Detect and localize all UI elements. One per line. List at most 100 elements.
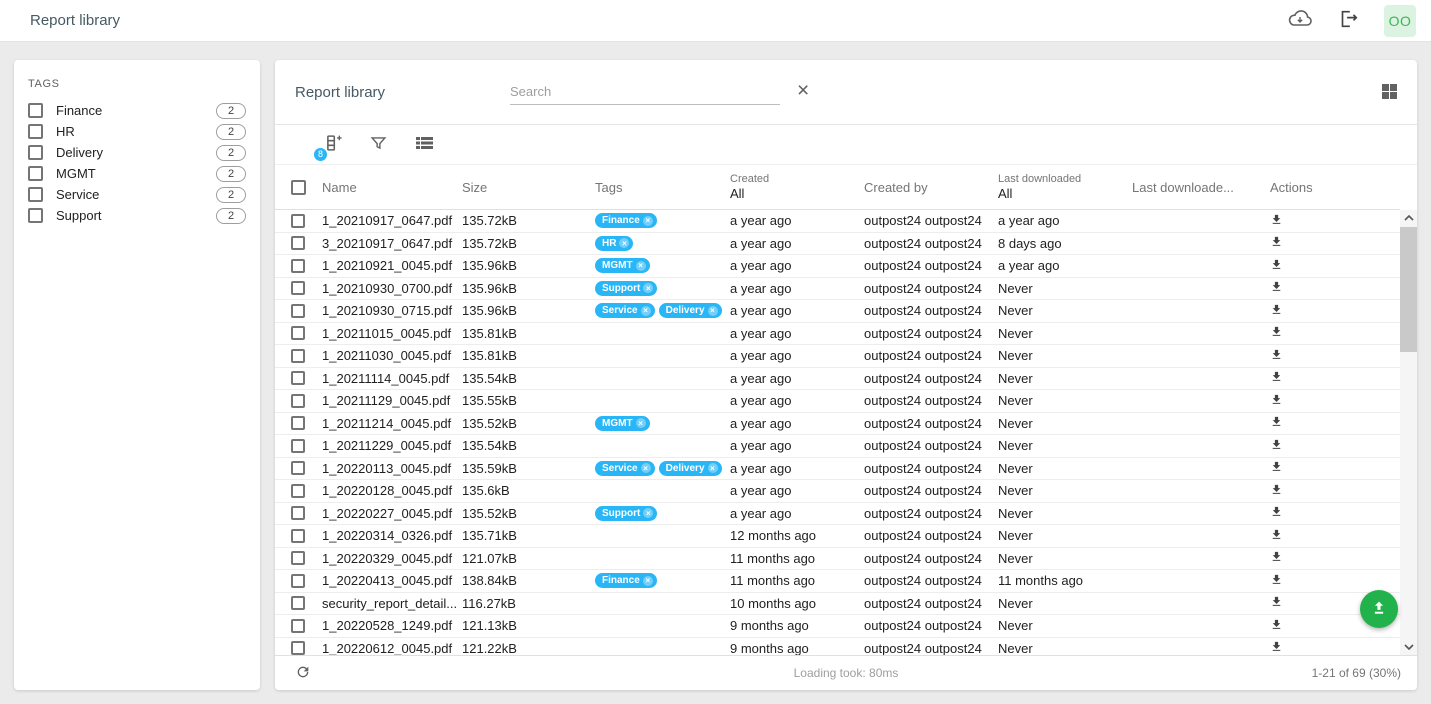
row-checkbox[interactable] xyxy=(291,641,305,655)
table-row[interactable]: 1_20220113_0045.pdf 135.59kB Service×Del… xyxy=(275,458,1400,481)
download-button[interactable] xyxy=(1270,258,1390,274)
row-checkbox[interactable] xyxy=(291,214,305,228)
download-button[interactable] xyxy=(1270,303,1390,319)
row-checkbox[interactable] xyxy=(291,281,305,295)
tag-filter-item[interactable]: Finance 2 xyxy=(28,100,246,121)
layout-toggle-button[interactable] xyxy=(1382,84,1397,99)
table-row[interactable]: 1_20210921_0045.pdf 135.96kB MGMT× a yea… xyxy=(275,255,1400,278)
tag-pill[interactable]: Service× xyxy=(595,303,655,318)
download-button[interactable] xyxy=(1270,280,1390,296)
row-checkbox[interactable] xyxy=(291,574,305,588)
tag-filter-item[interactable]: HR 2 xyxy=(28,121,246,142)
tag-pill[interactable]: Support× xyxy=(595,506,657,521)
download-button[interactable] xyxy=(1270,438,1390,454)
search-input[interactable] xyxy=(510,80,780,105)
tag-pill[interactable]: Service× xyxy=(595,461,655,476)
row-checkbox[interactable] xyxy=(291,619,305,633)
tag-pill[interactable]: Delivery× xyxy=(659,303,722,318)
table-row[interactable]: 1_20220612_0045.pdf 121.22kB 9 months ag… xyxy=(275,638,1400,656)
row-checkbox[interactable] xyxy=(291,484,305,498)
tag-filter-item[interactable]: Service 2 xyxy=(28,184,246,205)
tag-checkbox[interactable] xyxy=(28,208,43,223)
row-checkbox[interactable] xyxy=(291,236,305,250)
tag-pill[interactable]: MGMT× xyxy=(595,416,650,431)
tag-checkbox[interactable] xyxy=(28,187,43,202)
scrollbar-thumb[interactable] xyxy=(1400,227,1417,352)
download-button[interactable] xyxy=(1270,460,1390,476)
column-header-size[interactable]: Size xyxy=(462,180,595,195)
table-row[interactable]: 3_20210917_0647.pdf 135.72kB HR× a year … xyxy=(275,233,1400,256)
table-row[interactable]: 1_20220128_0045.pdf 135.6kB a year ago o… xyxy=(275,480,1400,503)
remove-tag-icon[interactable]: × xyxy=(643,508,653,518)
table-row[interactable]: 1_20211015_0045.pdf 135.81kB a year ago … xyxy=(275,323,1400,346)
table-row[interactable]: 1_20211129_0045.pdf 135.55kB a year ago … xyxy=(275,390,1400,413)
table-row[interactable]: 1_20210917_0647.pdf 135.72kB Finance× a … xyxy=(275,210,1400,233)
table-row[interactable]: 1_20210930_0700.pdf 135.96kB Support× a … xyxy=(275,278,1400,301)
row-checkbox[interactable] xyxy=(291,304,305,318)
remove-tag-icon[interactable]: × xyxy=(708,463,718,473)
table-row[interactable]: 1_20211114_0045.pdf 135.54kB a year ago … xyxy=(275,368,1400,391)
download-button[interactable] xyxy=(1270,573,1390,589)
tag-filter-item[interactable]: MGMT 2 xyxy=(28,163,246,184)
column-header-last-downloaded[interactable]: Last downloaded All xyxy=(998,173,1132,201)
logout-button[interactable] xyxy=(1336,9,1360,33)
tag-pill[interactable]: HR× xyxy=(595,236,633,251)
remove-tag-icon[interactable]: × xyxy=(643,576,653,586)
tag-checkbox[interactable] xyxy=(28,166,43,181)
tag-pill[interactable]: Finance× xyxy=(595,573,657,588)
table-row[interactable]: 1_20220314_0326.pdf 135.71kB 12 months a… xyxy=(275,525,1400,548)
column-header-tags[interactable]: Tags xyxy=(595,180,730,195)
table-row[interactable]: 1_20220413_0045.pdf 138.84kB Finance× 11… xyxy=(275,570,1400,593)
download-button[interactable] xyxy=(1270,415,1390,431)
download-button[interactable] xyxy=(1270,528,1390,544)
filter-button[interactable] xyxy=(367,134,389,156)
remove-tag-icon[interactable]: × xyxy=(636,418,646,428)
remove-tag-icon[interactable]: × xyxy=(641,463,651,473)
row-checkbox[interactable] xyxy=(291,439,305,453)
table-row[interactable]: 1_20211214_0045.pdf 135.52kB MGMT× a yea… xyxy=(275,413,1400,436)
scroll-up-button[interactable] xyxy=(1400,210,1417,226)
download-button[interactable] xyxy=(1270,393,1390,409)
table-row[interactable]: 1_20211229_0045.pdf 135.54kB a year ago … xyxy=(275,435,1400,458)
row-checkbox[interactable] xyxy=(291,596,305,610)
tag-pill[interactable]: Support× xyxy=(595,281,657,296)
last-downloaded-filter-value[interactable]: All xyxy=(998,186,1132,201)
download-button[interactable] xyxy=(1270,348,1390,364)
table-row[interactable]: security_report_detail... 116.27kB 10 mo… xyxy=(275,593,1400,616)
remove-tag-icon[interactable]: × xyxy=(636,261,646,271)
vertical-scrollbar[interactable] xyxy=(1400,210,1417,655)
remove-tag-icon[interactable]: × xyxy=(641,306,651,316)
download-button[interactable] xyxy=(1270,213,1390,229)
column-header-created-by[interactable]: Created by xyxy=(864,180,998,195)
tag-pill[interactable]: MGMT× xyxy=(595,258,650,273)
tag-filter-item[interactable]: Support 2 xyxy=(28,205,246,226)
row-checkbox[interactable] xyxy=(291,349,305,363)
column-header-last-downloaded-date[interactable]: Last downloade... xyxy=(1132,180,1270,195)
remove-tag-icon[interactable]: × xyxy=(643,216,653,226)
row-checkbox[interactable] xyxy=(291,259,305,273)
column-header-name[interactable]: Name xyxy=(322,180,462,195)
row-checkbox[interactable] xyxy=(291,461,305,475)
remove-tag-icon[interactable]: × xyxy=(619,238,629,248)
list-view-button[interactable] xyxy=(413,134,435,156)
columns-button[interactable]: 8 xyxy=(321,134,343,156)
row-checkbox[interactable] xyxy=(291,416,305,430)
upload-report-button[interactable] xyxy=(1360,590,1398,628)
tag-checkbox[interactable] xyxy=(28,103,43,118)
avatar[interactable]: OO xyxy=(1384,5,1416,37)
download-button[interactable] xyxy=(1270,640,1390,655)
row-checkbox[interactable] xyxy=(291,394,305,408)
row-checkbox[interactable] xyxy=(291,371,305,385)
table-row[interactable]: 1_20220528_1249.pdf 121.13kB 9 months ag… xyxy=(275,615,1400,638)
tag-pill[interactable]: Finance× xyxy=(595,213,657,228)
table-row[interactable]: 1_20220227_0045.pdf 135.52kB Support× a … xyxy=(275,503,1400,526)
row-checkbox[interactable] xyxy=(291,551,305,565)
created-filter-value[interactable]: All xyxy=(730,186,864,201)
row-checkbox[interactable] xyxy=(291,326,305,340)
table-row[interactable]: 1_20211030_0045.pdf 135.81kB a year ago … xyxy=(275,345,1400,368)
scroll-down-button[interactable] xyxy=(1400,639,1417,655)
download-button[interactable] xyxy=(1270,550,1390,566)
tag-pill[interactable]: Delivery× xyxy=(659,461,722,476)
table-row[interactable]: 1_20210930_0715.pdf 135.96kB Service×Del… xyxy=(275,300,1400,323)
remove-tag-icon[interactable]: × xyxy=(643,283,653,293)
